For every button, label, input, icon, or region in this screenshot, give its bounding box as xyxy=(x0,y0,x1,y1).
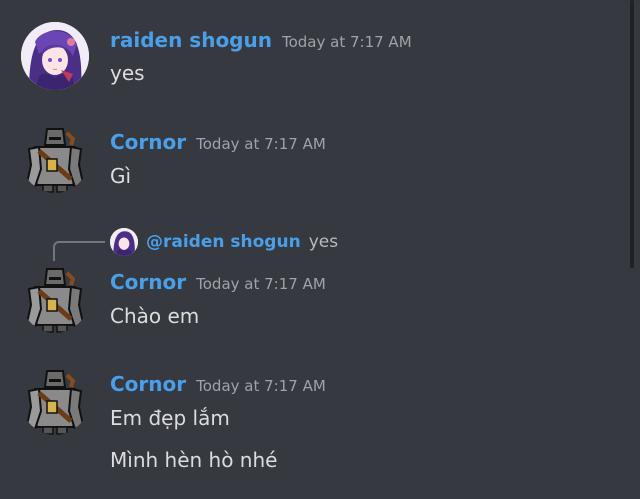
message-text: yes xyxy=(110,61,145,85)
avatar[interactable] xyxy=(21,125,89,193)
message-text: Chào em xyxy=(110,304,200,328)
knight-avatar-icon xyxy=(25,128,85,193)
knight-avatar-icon xyxy=(25,370,85,435)
scrollbar[interactable] xyxy=(630,0,634,268)
reply-preview[interactable]: @raiden shogun yes xyxy=(110,228,338,256)
avatar[interactable] xyxy=(21,22,89,90)
chat-view: raiden shogun Today at 7:17 AM yes Cornor… xyxy=(0,0,640,499)
anime-avatar-icon xyxy=(110,228,138,256)
avatar[interactable] xyxy=(21,367,89,435)
reply-mention[interactable]: @raiden shogun xyxy=(146,232,301,252)
reply-avatar[interactable] xyxy=(110,228,138,256)
message-header: Cornor Today at 7:17 AM xyxy=(110,130,326,154)
message-header: Cornor Today at 7:17 AM xyxy=(110,270,326,294)
knight-avatar-icon xyxy=(25,268,85,333)
timestamp[interactable]: Today at 7:17 AM xyxy=(282,33,412,51)
avatar[interactable] xyxy=(21,265,89,333)
timestamp[interactable]: Today at 7:17 AM xyxy=(196,275,326,293)
username[interactable]: Cornor xyxy=(110,130,186,154)
timestamp[interactable]: Today at 7:17 AM xyxy=(196,377,326,395)
message-text: Em đẹp lắm xyxy=(110,406,230,430)
message-text: Gì xyxy=(110,164,132,188)
message-text: Mình hèn hò nhé xyxy=(110,448,278,472)
timestamp[interactable]: Today at 7:17 AM xyxy=(196,135,326,153)
message-header: raiden shogun Today at 7:17 AM xyxy=(110,28,412,52)
username[interactable]: Cornor xyxy=(110,372,186,396)
reply-text[interactable]: yes xyxy=(309,232,338,252)
message-header: Cornor Today at 7:17 AM xyxy=(110,372,326,396)
anime-avatar-icon xyxy=(21,22,89,90)
username[interactable]: Cornor xyxy=(110,270,186,294)
reply-connector-line xyxy=(53,241,105,261)
username[interactable]: raiden shogun xyxy=(110,28,272,52)
